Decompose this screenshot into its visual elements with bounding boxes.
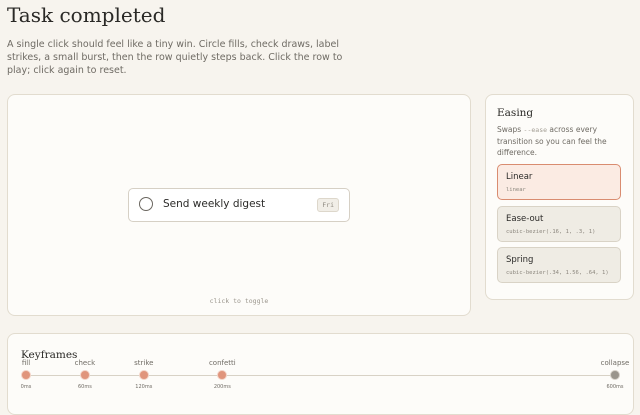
keyframe-label: check [74,359,96,367]
easing-desc-code: --ease [523,126,548,134]
keyframe-time: 200ms [213,384,231,390]
keyframe-dot-strike [138,370,149,380]
easing-option-spring[interactable]: Spring cubic-bezier(.34, 1.56, .64, 1) [497,247,621,283]
easing-option-name: Ease-out [506,214,544,224]
easing-option-code: linear [506,187,526,193]
keyframes-panel: Keyframes fill 0ms check 60ms strike 120ms con… [7,333,634,415]
easing-desc-prefix: Swaps [497,125,524,134]
task-label: Send weekly digest [163,198,266,210]
keyframe-label: collapse [600,359,630,367]
keyframes-track [26,375,615,376]
easing-title: Easing [497,107,534,119]
demo-stage: Send weekly digest Fri click to toggle [7,94,471,316]
check-circle-icon[interactable] [139,197,153,211]
keyframe-time: 120ms [135,384,153,390]
keyframe-label: confetti [208,359,236,367]
keyframe-dot-confetti [217,370,228,380]
easing-option-linear[interactable]: Linear linear [497,164,621,200]
keyframe-time: 60ms [77,384,92,390]
page-title: Task completed [7,3,166,27]
easing-option-code: cubic-bezier(.34, 1.56, .64, 1) [506,270,609,276]
easing-panel: Easing Swaps --ease across every transit… [485,94,634,300]
keyframe-time: 0ms [20,384,32,390]
keyframe-dot-fill [21,370,31,380]
easing-option-code: cubic-bezier(.16, 1, .3, 1) [506,229,596,235]
keyframe-dot-check [79,370,90,380]
easing-option-name: Spring [506,255,534,265]
task-row[interactable]: Send weekly digest Fri [128,188,350,222]
easing-description: Swaps --ease across every transition so … [497,124,623,158]
toggle-hint: click to toggle [209,297,269,305]
keyframe-time: 600ms [606,384,624,390]
keyframe-label: fill [21,359,31,367]
page-subtitle: A single click should feel like a tiny w… [7,39,343,76]
easing-option-ease-out[interactable]: Ease-out cubic-bezier(.16, 1, .3, 1) [497,206,621,242]
keyframe-dot-collapse [610,370,620,380]
due-day-badge: Fri [317,198,339,212]
keyframe-label: strike [134,359,154,367]
easing-option-name: Linear [506,172,533,182]
